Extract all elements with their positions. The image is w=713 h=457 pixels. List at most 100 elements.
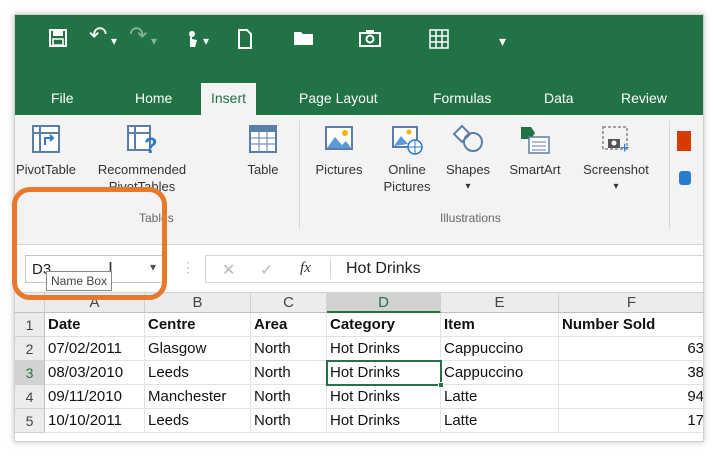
recommended-pivottables-button[interactable]: ? Recommended PivotTables [87, 123, 197, 195]
tab-insert[interactable]: Insert [201, 83, 257, 115]
cell-e4[interactable]: Latte [441, 385, 559, 409]
cell-a1[interactable]: Date [45, 313, 145, 337]
undo-dropdown-icon[interactable]: ▾ [111, 31, 117, 51]
cell-f1[interactable]: Number Sold [559, 313, 703, 337]
my-addins-icon[interactable] [679, 171, 691, 185]
screenshot-icon: + [600, 123, 632, 157]
cell-b4[interactable]: Manchester [145, 385, 251, 409]
screenshot-button[interactable]: + Screenshot ▾ [571, 123, 661, 195]
row-header[interactable]: 4 [15, 385, 45, 409]
cell-b2[interactable]: Glasgow [145, 337, 251, 361]
cell-f5[interactable]: 17 [559, 409, 703, 433]
cell-c2[interactable]: North [251, 337, 327, 361]
cell-f3[interactable]: 38 [559, 361, 703, 385]
cell-a5[interactable]: 10/10/2011 [45, 409, 145, 433]
cell-c5[interactable]: North [251, 409, 327, 433]
pictures-button[interactable]: Pictures [307, 123, 371, 178]
tab-formulas[interactable]: Formulas [433, 89, 491, 107]
shapes-button[interactable]: Shapes ▾ [441, 123, 495, 195]
online-label: Online [388, 162, 426, 177]
cell-a4[interactable]: 09/11/2010 [45, 385, 145, 409]
cell-f2[interactable]: 63 [559, 337, 703, 361]
cell-c3[interactable]: North [251, 361, 327, 385]
svg-text:+: + [620, 140, 629, 155]
tab-home[interactable]: Home [135, 89, 172, 107]
smartart-button[interactable]: SmartArt [501, 123, 569, 178]
customize-toolbar-icon[interactable]: ▾ [499, 31, 506, 51]
save-icon[interactable] [49, 29, 67, 51]
cell-b1[interactable]: Centre [145, 313, 251, 337]
column-header-e[interactable]: E [441, 293, 559, 313]
illustrations-group-label: Illustrations [440, 211, 501, 225]
cell-a3[interactable]: 08/03/2010 [45, 361, 145, 385]
tab-page-layout[interactable]: Page Layout [299, 89, 378, 107]
cell-d5[interactable]: Hot Drinks [327, 409, 441, 433]
column-header-f[interactable]: F [559, 293, 703, 313]
office-store-icon[interactable] [677, 131, 691, 151]
cell-e1[interactable]: Item [441, 313, 559, 337]
shapes-icon [452, 123, 484, 155]
undo-icon[interactable]: ↶ [89, 24, 107, 46]
ribbon-tabs: File Home Insert Page Layout Formulas Da… [15, 75, 703, 115]
shapes-dropdown-icon[interactable]: ▾ [441, 178, 495, 195]
annotation-highlight [12, 187, 167, 300]
tab-data[interactable]: Data [544, 89, 574, 107]
recommended-pivottables-icon: ? [126, 123, 158, 158]
row-header[interactable]: 5 [15, 409, 45, 433]
cell-d2[interactable]: Hot Drinks [327, 337, 441, 361]
camera-icon[interactable] [359, 29, 381, 51]
pivottable-icon [30, 123, 62, 155]
smartart-icon [519, 123, 551, 155]
cell-b5[interactable]: Leeds [145, 409, 251, 433]
tab-file[interactable]: File [51, 89, 74, 107]
tab-review[interactable]: Review [621, 89, 667, 107]
svg-text:?: ? [144, 133, 157, 155]
cancel-icon[interactable]: ✕ [222, 260, 235, 280]
new-file-icon[interactable] [237, 29, 253, 53]
table-label: Table [247, 162, 279, 177]
ribbon-separator [669, 121, 670, 229]
touch-dropdown-icon[interactable]: ▾ [203, 31, 209, 51]
touch-mode-icon[interactable] [183, 29, 201, 53]
smartart-label: SmartArt [509, 162, 561, 177]
fill-handle[interactable] [438, 382, 444, 388]
cell-d4[interactable]: Hot Drinks [327, 385, 441, 409]
row-header[interactable]: 1 [15, 313, 45, 337]
insert-function-icon[interactable]: fx [300, 260, 311, 277]
cell-e5[interactable]: Latte [441, 409, 559, 433]
cell-c4[interactable]: North [251, 385, 327, 409]
cell-d1[interactable]: Category [327, 313, 441, 337]
screenshot-dropdown-icon[interactable]: ▾ [571, 178, 661, 195]
redo-dropdown-icon[interactable]: ▾ [151, 31, 157, 51]
open-folder-icon[interactable] [293, 29, 315, 51]
column-header-d[interactable]: D [327, 293, 441, 313]
recommended-label: Recommended [97, 162, 187, 177]
column-header-c[interactable]: C [251, 293, 327, 313]
form-icon[interactable] [429, 29, 449, 53]
pictures-icon [323, 123, 355, 155]
formula-input-area: ✕ ✓ fx Hot Drinks [205, 255, 703, 283]
active-cell-selection [326, 360, 442, 386]
screenshot-label: Screenshot [583, 162, 649, 177]
online-pictures-button[interactable]: Online Pictures [377, 123, 437, 195]
column-header-b[interactable]: B [145, 293, 251, 313]
cell-f4[interactable]: 94 [559, 385, 703, 409]
cell-e3[interactable]: Cappuccino [441, 361, 559, 385]
spreadsheet-grid: A B C D E F 1 Date Centre Area Category … [15, 293, 703, 441]
cell-a2[interactable]: 07/02/2011 [45, 337, 145, 361]
redo-icon[interactable]: ↷ [129, 24, 147, 46]
row-header[interactable]: 2 [15, 337, 45, 361]
cell-b3[interactable]: Leeds [145, 361, 251, 385]
online-pictures-label: Pictures [383, 179, 431, 194]
cell-c1[interactable]: Area [251, 313, 327, 337]
table-icon [247, 123, 279, 155]
row-header[interactable]: 3 [15, 361, 45, 385]
formula-input[interactable]: Hot Drinks [346, 260, 421, 278]
cell-e2[interactable]: Cappuccino [441, 337, 559, 361]
enter-icon[interactable]: ✓ [260, 260, 273, 280]
table-button[interactable]: Table [237, 123, 289, 178]
pivottable-button[interactable]: PivotTable [15, 123, 79, 178]
shapes-label: Shapes [445, 162, 491, 177]
pivottable-label: PivotTable [16, 162, 76, 177]
quick-access-toolbar: ↶ ▾ ↷ ▾ ▾ ▾ [15, 15, 703, 75]
